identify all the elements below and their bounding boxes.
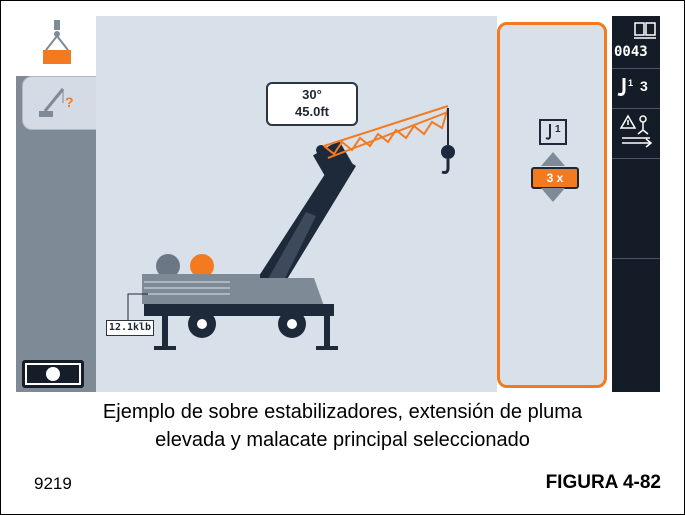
hoist-number-value: 3 — [640, 78, 648, 94]
figure-caption: Ejemplo de sobre estabilizadores, extens… — [0, 398, 685, 454]
carrier-cab — [260, 278, 324, 306]
right-status-strip: 0043 1 3 — [612, 16, 660, 392]
panel-gap — [489, 16, 497, 392]
hook-block-icon: 1 — [539, 119, 567, 145]
hook-block — [441, 145, 455, 159]
carrier-frame — [144, 304, 334, 316]
warning-cell[interactable] — [612, 108, 660, 159]
caption-line-1: Ejemplo de sobre estabilizadores, extens… — [102, 401, 583, 423]
boom-length-value: 45.0ft — [295, 104, 329, 119]
counter-value: 0043 — [614, 44, 648, 60]
hoist-hook-icon: 1 — [617, 78, 633, 96]
warning-icon — [619, 114, 653, 148]
figure-code: 9219 — [34, 474, 72, 493]
caption-line-2: elevada y malacate principal seleccionad… — [155, 429, 530, 451]
empty-status-cell-1[interactable] — [612, 158, 660, 259]
counter-cell: 0043 — [612, 16, 660, 69]
counter-icon — [634, 22, 656, 39]
crane-display-screen: ? 30° 45.0ft 12.1klb 1 3 x 0043 1 3 — [16, 16, 660, 392]
svg-text:1: 1 — [628, 78, 633, 88]
hoist-selection-cell[interactable]: 1 3 — [612, 68, 660, 109]
outrigger-load-readout: 12.1klb — [106, 320, 154, 336]
hook — [441, 159, 450, 174]
boom-angle-length-readout: 30° 45.0ft — [266, 82, 358, 126]
boom-angle-value: 30° — [302, 87, 322, 102]
reeving-value: 3 x — [531, 167, 579, 189]
reeving-down-arrow[interactable] — [541, 188, 565, 202]
reeving-up-arrow[interactable] — [541, 152, 565, 166]
empty-status-cell-2[interactable] — [612, 258, 660, 392]
superstructure — [142, 274, 260, 304]
svg-text:1: 1 — [555, 124, 561, 135]
figure-number: FIGURA 4-82 — [545, 472, 661, 493]
hoist-reeving-panel[interactable] — [497, 22, 607, 388]
